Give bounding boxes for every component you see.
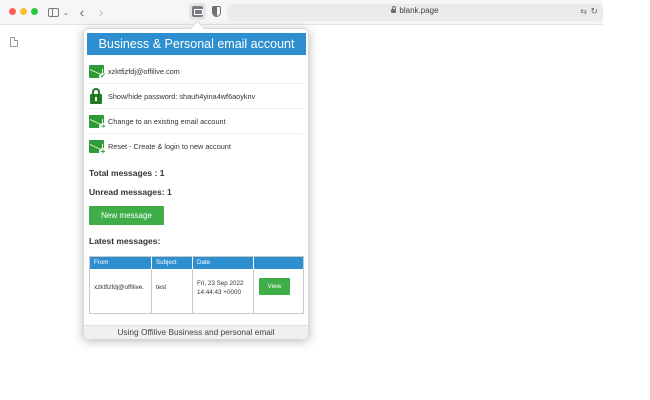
envelope-arrow-icon (89, 114, 107, 131)
change-account-row[interactable]: Change to an existing email account (89, 109, 303, 134)
address-bar[interactable]: blank.page ⇆ ↻ (227, 4, 603, 21)
translate-icon[interactable]: ⇆ (580, 7, 587, 16)
popup-footer: Using Offilive Business and personal ema… (84, 325, 308, 339)
table-header: From Subject Date (90, 257, 303, 269)
header-action (254, 257, 303, 269)
cell-subject: test (152, 269, 193, 314)
envelope-plus-icon (89, 140, 107, 156)
shield-icon[interactable] (212, 6, 221, 17)
forward-icon[interactable]: › (95, 4, 107, 20)
change-account-label: Change to an existing email account (108, 116, 226, 126)
cell-from: xzktfizfdj@offilive. (90, 269, 152, 314)
header-from: From (90, 257, 152, 269)
browser-toolbar: ⌄ ‹ › blank.page ⇆ ↻ (0, 0, 603, 25)
email-address: xzktfizfdj@offilive.com (108, 66, 180, 76)
messages-table: From Subject Date xzktfizfdj@offilive. t… (89, 256, 304, 314)
address-text: blank.page (227, 6, 603, 15)
popup-title: Business & Personal email account (87, 33, 306, 55)
reload-icon[interactable]: ↻ (590, 6, 598, 17)
lock-icon (391, 6, 397, 13)
document-icon (10, 37, 18, 47)
reset-account-row[interactable]: Reset - Create & login to new account (89, 134, 303, 159)
header-date: Date (193, 257, 254, 269)
zoom-window-button[interactable] (31, 8, 38, 15)
envelope-check-icon (89, 64, 107, 81)
back-icon[interactable]: ‹ (76, 4, 88, 20)
email-address-row[interactable]: xzktfizfdj@offilive.com (89, 59, 303, 84)
email-extension-popup: Business & Personal email account xzktfi… (83, 28, 309, 339)
padlock-icon (89, 87, 104, 104)
cell-date: Fri, 23 Sep 2022 14:44:43 +0000 (193, 269, 254, 314)
new-message-button[interactable]: New message (89, 206, 164, 225)
view-message-button[interactable]: View (259, 278, 290, 295)
chevron-down-icon[interactable]: ⌄ (62, 5, 70, 19)
unread-messages: Unread messages: 1 (89, 187, 172, 197)
extension-icon[interactable] (192, 6, 203, 17)
sidebar-icon[interactable] (47, 5, 59, 19)
reset-account-label: Reset - Create & login to new account (108, 142, 231, 151)
close-window-button[interactable] (9, 8, 16, 15)
show-password-row[interactable]: Show/hide password: shauh4yina4wf6aoyknv (89, 84, 303, 109)
latest-messages-heading: Latest messages: (89, 236, 161, 246)
url-text: blank.page (399, 6, 439, 15)
header-subject: Subject (152, 257, 193, 269)
total-messages: Total messages : 1 (89, 168, 165, 178)
minimize-window-button[interactable] (20, 8, 27, 15)
password-text: Show/hide password: shauh4yina4wf6aoyknv (108, 91, 256, 101)
